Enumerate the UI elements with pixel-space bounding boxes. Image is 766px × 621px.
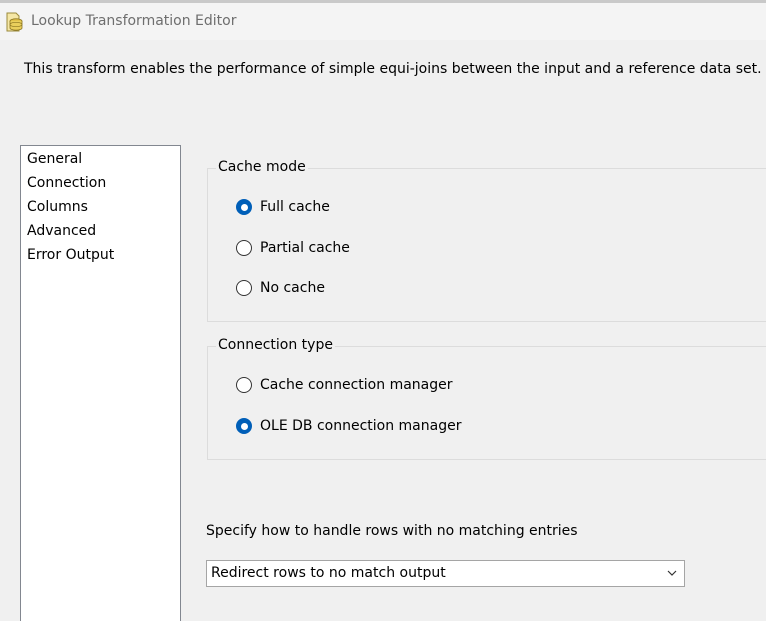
nav-item-error-output[interactable]: Error Output	[27, 247, 114, 263]
lookup-transformation-icon	[6, 12, 23, 32]
full-cache-label: Full cache	[260, 199, 330, 215]
page-navigation-list[interactable]: General Connection Columns Advanced Erro…	[20, 145, 181, 621]
ole-db-connection-manager-option[interactable]: OLE DB connection manager	[236, 416, 461, 436]
nav-item-advanced[interactable]: Advanced	[27, 223, 96, 239]
no-cache-radio[interactable]	[236, 280, 252, 296]
partial-cache-label: Partial cache	[260, 240, 350, 256]
full-cache-radio[interactable]	[236, 199, 252, 215]
nav-item-general[interactable]: General	[27, 151, 82, 167]
nav-item-connection[interactable]: Connection	[27, 175, 106, 191]
window-title: Lookup Transformation Editor	[31, 13, 237, 29]
cache-connection-manager-option[interactable]: Cache connection manager	[236, 375, 453, 395]
no-match-handling-value: Redirect rows to no match output	[211, 565, 446, 581]
no-match-handling-label: Specify how to handle rows with no match…	[206, 523, 578, 539]
cache-mode-group: Cache mode Full cache Partial cache No c…	[207, 159, 766, 322]
no-cache-label: No cache	[260, 280, 325, 296]
connection-type-group: Connection type Cache connection manager…	[207, 337, 766, 460]
connection-type-legend: Connection type	[216, 337, 335, 353]
partial-cache-option[interactable]: Partial cache	[236, 238, 350, 258]
partial-cache-radio[interactable]	[236, 240, 252, 256]
chevron-down-icon[interactable]	[666, 567, 678, 579]
ole-db-connection-manager-radio[interactable]	[236, 418, 252, 434]
ole-db-connection-manager-label: OLE DB connection manager	[260, 418, 462, 434]
lookup-transformation-editor-window: Lookup Transformation Editor This transf…	[0, 0, 766, 621]
no-match-handling-dropdown[interactable]: Redirect rows to no match output	[206, 560, 685, 587]
cache-mode-legend: Cache mode	[216, 159, 308, 175]
no-cache-option[interactable]: No cache	[236, 278, 325, 298]
cache-connection-manager-radio[interactable]	[236, 377, 252, 393]
transform-description: This transform enables the performance o…	[24, 61, 762, 77]
cache-connection-manager-label: Cache connection manager	[260, 377, 453, 393]
full-cache-option[interactable]: Full cache	[236, 197, 330, 217]
title-bar[interactable]: Lookup Transformation Editor	[0, 3, 766, 40]
nav-item-columns[interactable]: Columns	[27, 199, 88, 215]
